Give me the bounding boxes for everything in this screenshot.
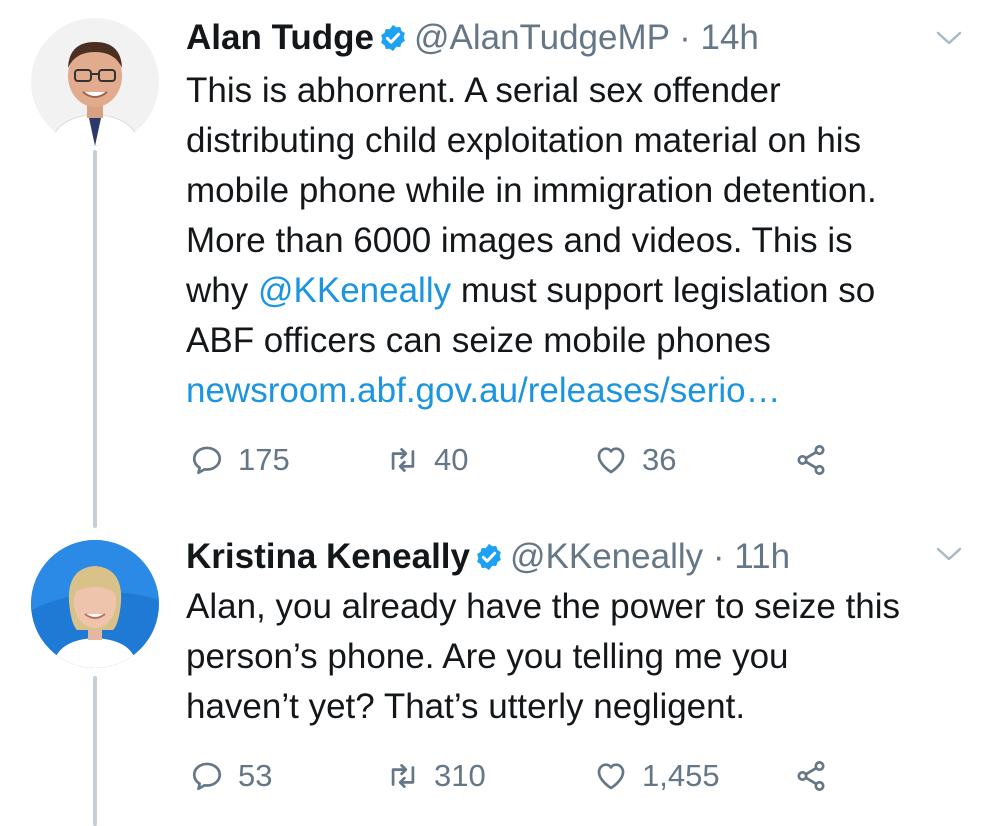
url-link[interactable]: newsroom.abf.gov.au/releases/serio… xyxy=(186,366,976,416)
retweet-icon xyxy=(391,448,415,472)
verified-badge-icon xyxy=(381,24,405,52)
reply-count: 175 xyxy=(238,442,290,477)
retweet-icon xyxy=(391,764,415,788)
author-handle[interactable]: @AlanTudgeMP xyxy=(414,18,669,57)
text-line: why @KKeneally must support legislation … xyxy=(186,271,876,310)
retweet-button[interactable]: 40 xyxy=(386,440,468,480)
retweet-button[interactable]: 310 xyxy=(386,756,486,796)
retweet-count: 40 xyxy=(434,442,469,477)
reply-button[interactable]: 53 xyxy=(190,756,272,796)
timestamp[interactable]: 14h xyxy=(700,18,758,57)
text-line: mobile phone while in immigration detent… xyxy=(186,171,877,210)
share-icon xyxy=(797,445,825,475)
avatar[interactable] xyxy=(31,540,159,668)
share-button[interactable] xyxy=(794,440,842,480)
thread-line xyxy=(93,676,97,826)
tweet-header: Alan Tudge @AlanTudgeMP · 14h xyxy=(186,16,759,60)
text-line: distributing child exploitation material… xyxy=(186,121,862,160)
author-name[interactable]: Kristina Keneally xyxy=(186,537,470,576)
mention-link[interactable]: @KKeneally xyxy=(258,271,451,310)
separator-dot: · xyxy=(712,537,725,576)
verified-badge-icon xyxy=(477,543,501,571)
share-button[interactable] xyxy=(794,756,842,796)
reply-button[interactable]: 175 xyxy=(190,440,290,480)
reply-icon xyxy=(192,446,222,475)
thread-line xyxy=(93,150,97,528)
share-icon xyxy=(797,761,825,791)
heart-icon xyxy=(597,763,625,790)
separator-dot: · xyxy=(679,18,691,57)
author-handle[interactable]: @KKeneally xyxy=(510,537,703,576)
text-line: This is abhorrent. A serial sex offender xyxy=(186,71,781,110)
text-line: Alan, you already have the power to seiz… xyxy=(186,587,901,626)
tweet-text: Alan, you already have the power to seiz… xyxy=(186,582,976,732)
author-name[interactable]: Alan Tudge xyxy=(186,18,374,57)
like-count: 36 xyxy=(642,442,677,477)
text-line: More than 6000 images and videos. This i… xyxy=(186,221,853,260)
chevron-down-icon[interactable] xyxy=(936,546,962,562)
reply-icon xyxy=(192,762,222,791)
heart-icon xyxy=(597,447,625,474)
reply-count: 53 xyxy=(238,758,273,793)
timestamp[interactable]: 11h xyxy=(734,537,790,576)
retweet-count: 310 xyxy=(434,758,486,793)
text-line: ABF officers can seize mobile phones xyxy=(186,321,771,360)
like-button[interactable]: 36 xyxy=(594,440,676,480)
like-count: 1,455 xyxy=(642,758,720,793)
chevron-down-icon[interactable] xyxy=(936,30,962,46)
text-line: haven’t yet? That’s utterly negligent. xyxy=(186,687,746,726)
tweet-header: Kristina Keneally @KKeneally · 11h xyxy=(186,535,790,579)
like-button[interactable]: 1,455 xyxy=(594,756,720,796)
avatar[interactable] xyxy=(31,18,159,146)
tweet-text: This is abhorrent. A serial sex offender… xyxy=(186,66,976,416)
text-line: person’s phone. Are you telling me you xyxy=(186,637,789,676)
